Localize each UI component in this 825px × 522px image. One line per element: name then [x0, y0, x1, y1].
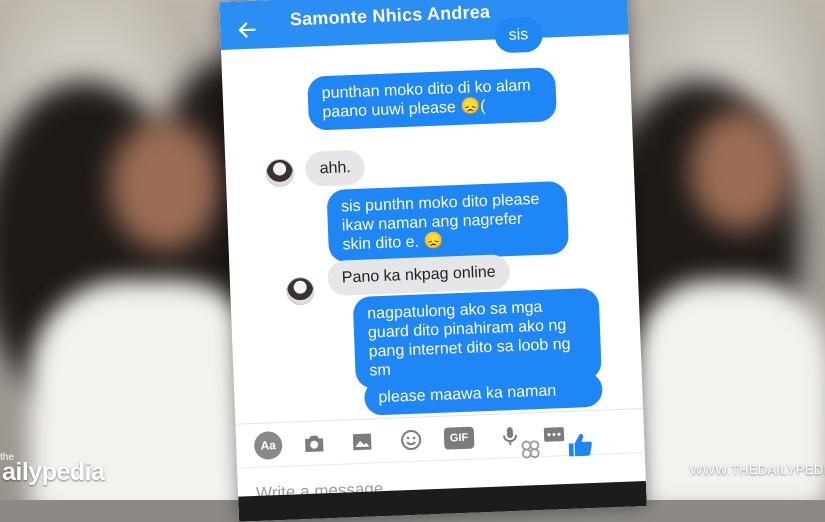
- sticker-icon[interactable]: [518, 437, 543, 462]
- message-bubble-incoming: Pano ka nkpag online: [327, 254, 511, 297]
- site-url-watermark: WWW.THEDAILYPEDIA: [690, 462, 825, 477]
- gallery-icon[interactable]: [350, 429, 375, 454]
- more-icon[interactable]: [542, 422, 567, 447]
- gif-icon[interactable]: GIF: [443, 426, 475, 450]
- back-arrow-icon[interactable]: [236, 19, 259, 42]
- emoji-icon[interactable]: [399, 428, 424, 453]
- contact-avatar: [285, 276, 315, 306]
- gif-label: GIF: [449, 431, 469, 445]
- text-format-icon[interactable]: Aa: [253, 430, 283, 460]
- conversation-header: Samonte Nhics Andrea: [219, 0, 629, 50]
- contact-avatar: [265, 158, 295, 188]
- like-thumb-icon[interactable]: [566, 431, 595, 460]
- text-format-label: Aa: [260, 438, 277, 453]
- message-bubble-outgoing: sis punthn moko dito please ikaw naman a…: [326, 180, 570, 263]
- contact-name: Samonte Nhics Andrea: [289, 1, 491, 30]
- message-bubble-incoming: ahh.: [304, 149, 366, 187]
- logo-main-text: ailypedia: [2, 458, 105, 486]
- camera-icon[interactable]: [302, 431, 327, 456]
- message-bubble-outgoing: sis: [494, 16, 543, 54]
- message-bubble-outgoing: punthan moko dito di ko alam paano uuwi …: [307, 67, 557, 131]
- messenger-phone-screen: Samonte Nhics Andrea sis punthan moko di…: [219, 0, 647, 522]
